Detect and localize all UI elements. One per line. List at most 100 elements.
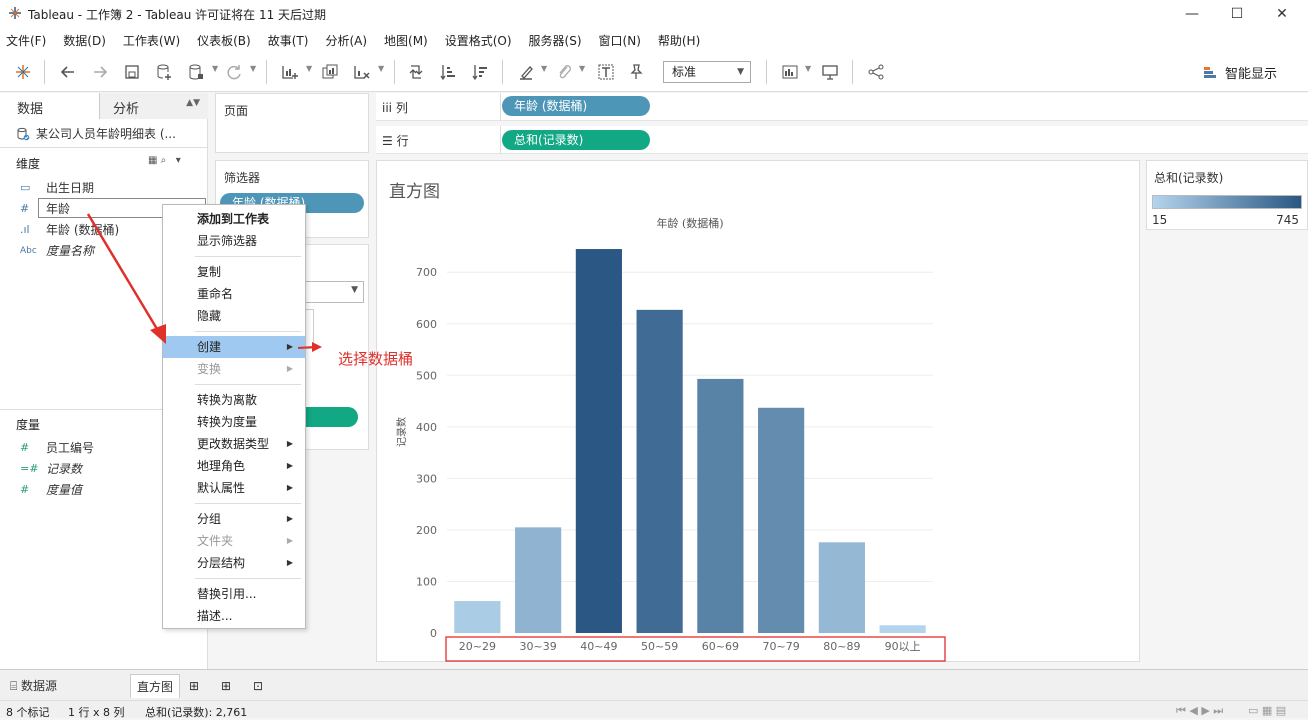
group-caret-icon[interactable]: ▼ <box>579 64 585 73</box>
group-members-button[interactable] <box>552 60 576 84</box>
menu-item-add-to-sheet[interactable]: 添加到工作表 <box>163 208 305 230</box>
minimize-button[interactable]: — <box>1182 4 1202 24</box>
menu-item-replace-references[interactable]: 替换引用... <box>163 583 305 605</box>
maximize-button[interactable]: ☐ <box>1227 4 1247 24</box>
rows-shelf[interactable]: ☰ 行 总和(记录数) <box>376 126 1308 154</box>
new-story-tab-button[interactable]: ⊡ <box>247 674 269 698</box>
viz-area[interactable]: 直方图 年龄 (数据桶) 0 100 200 300 400 500 600 700 记录数 20~… <box>376 160 1140 662</box>
menu-item-convert-discrete[interactable]: 转换为离散 <box>163 389 305 411</box>
y-tick-label: 0 <box>430 627 437 640</box>
show-mark-labels-button[interactable] <box>594 60 618 84</box>
page-nav-icons[interactable]: ⏮ ◀ ▶ ⏭ <box>1176 704 1223 718</box>
search-icon[interactable]: ⌕ <box>161 155 167 166</box>
menu-item-hide[interactable]: 隐藏 <box>163 305 305 327</box>
tableau-home-button[interactable] <box>11 60 35 84</box>
clear-caret-icon[interactable]: ▼ <box>378 64 384 73</box>
swap-button[interactable] <box>404 60 428 84</box>
save-button[interactable] <box>120 60 144 84</box>
show-cards-button[interactable] <box>778 60 802 84</box>
fix-axes-button[interactable] <box>624 60 648 84</box>
highlight-button[interactable] <box>514 60 538 84</box>
field-birthdate[interactable]: ▭ 出生日期 <box>20 179 94 196</box>
menu-item-hierarchy[interactable]: 分层结构 ▶ <box>163 552 305 574</box>
show-me-button[interactable]: 智能显示 <box>1203 63 1277 82</box>
menu-item-create[interactable]: 创建 ▶ <box>163 336 305 358</box>
highlight-caret-icon[interactable]: ▼ <box>541 64 547 73</box>
undo-button[interactable] <box>56 60 80 84</box>
refresh-caret-icon[interactable]: ▼ <box>250 64 256 73</box>
menu-item-geographic-role[interactable]: 地理角色 ▶ <box>163 455 305 477</box>
menu-server[interactable]: 服务器(S) <box>529 32 582 49</box>
rows-pill[interactable]: 总和(记录数) <box>502 130 650 150</box>
menu-data[interactable]: 数据(D) <box>63 32 106 49</box>
fit-select[interactable]: 标准 ▼ <box>663 61 751 83</box>
chevron-down-icon[interactable]: ▾ <box>176 155 181 166</box>
menu-item-convert-measure[interactable]: 转换为度量 <box>163 411 305 433</box>
cards-caret-icon[interactable]: ▼ <box>805 64 811 73</box>
menu-story[interactable]: 故事(T) <box>268 32 309 49</box>
measures-header: 度量 <box>16 418 41 432</box>
columns-shelf[interactable]: iii 列 年龄 (数据桶) <box>376 93 1308 121</box>
pages-card[interactable]: 页面 <box>215 93 369 153</box>
columns-pill[interactable]: 年龄 (数据桶) <box>502 96 650 116</box>
menu-format[interactable]: 设置格式(O) <box>445 32 512 49</box>
view-mode-icons[interactable]: ▭ ▦ ▤ <box>1248 704 1286 717</box>
sort-descending-button[interactable] <box>468 60 492 84</box>
menu-item-show-filter[interactable]: 显示筛选器 <box>163 230 305 252</box>
tab-analysis[interactable]: 分析 ▲▼ <box>100 93 208 119</box>
new-datasource-button[interactable] <box>152 60 176 84</box>
sort-descending-icon <box>472 65 487 81</box>
pause-updates-button[interactable] <box>184 60 208 84</box>
tab-datasource[interactable]: ⌸ 数据源 <box>4 674 63 698</box>
view-list-icon[interactable]: ▦ <box>148 155 157 166</box>
menu-help[interactable]: 帮助(H) <box>658 32 700 49</box>
color-legend[interactable]: 总和(记录数) 15 745 <box>1146 160 1308 230</box>
sort-toggle-icon[interactable]: ▲▼ <box>186 98 200 108</box>
duplicate-button[interactable] <box>318 60 342 84</box>
new-worksheet-caret-icon[interactable]: ▼ <box>306 64 312 73</box>
menu-worksheet[interactable]: 工作表(W) <box>123 32 180 49</box>
share-button[interactable] <box>864 60 888 84</box>
menu-file[interactable]: 文件(F) <box>6 32 46 49</box>
menu-item-label: 转换为离散 <box>197 393 258 407</box>
datasource-caret-icon[interactable]: ▼ <box>212 64 218 73</box>
new-dashboard-tab-button[interactable]: ⊞ <box>215 674 237 698</box>
close-button[interactable]: ✕ <box>1272 4 1292 24</box>
field-age[interactable]: # 年龄 <box>20 200 70 217</box>
field-employee-id[interactable]: # 员工编号 <box>20 439 94 456</box>
new-sheet-icon <box>282 66 298 79</box>
menu-item-change-data-type[interactable]: 更改数据类型 ▶ <box>163 433 305 455</box>
menu-analysis[interactable]: 分析(A) <box>325 32 367 49</box>
columns-label: 列 <box>395 101 408 115</box>
refresh-button[interactable] <box>222 60 246 84</box>
redo-button[interactable] <box>88 60 112 84</box>
field-age-bin[interactable]: .ıl 年龄 (数据桶) <box>20 221 119 238</box>
clear-sheet-button[interactable] <box>350 60 374 84</box>
x-tick-label: 40~49 <box>580 640 617 653</box>
datasource-item[interactable]: 某公司人员年龄明细表 (... <box>16 125 176 142</box>
menu-item-default-properties[interactable]: 默认属性 ▶ <box>163 477 305 499</box>
presentation-mode-button[interactable] <box>818 60 842 84</box>
menu-window[interactable]: 窗口(N) <box>599 32 641 49</box>
new-worksheet-button[interactable] <box>278 60 302 84</box>
histogram-chart[interactable]: 年龄 (数据桶) 0 100 200 300 400 500 600 700 记录数 20~29 30… <box>377 161 1141 663</box>
sort-ascending-button[interactable] <box>436 60 460 84</box>
x-tick-label: 80~89 <box>823 640 860 653</box>
menu-item-describe[interactable]: 描述... <box>163 605 305 627</box>
pane-divider <box>0 147 208 148</box>
menu-item-copy[interactable]: 复制 <box>163 261 305 283</box>
menu-item-rename[interactable]: 重命名 <box>163 283 305 305</box>
tab-sheet-histogram[interactable]: 直方图 <box>130 674 181 698</box>
new-worksheet-tab-button[interactable]: ⊞ <box>183 674 205 698</box>
menu-item-transform[interactable]: 变换 ▶ <box>163 358 305 380</box>
field-measure-values[interactable]: # 度量值 <box>20 481 82 498</box>
tab-data[interactable]: 数据 <box>0 93 100 119</box>
field-record-count[interactable]: =# 记录数 <box>20 460 82 477</box>
menu-item-folder[interactable]: 文件夹 ▶ <box>163 530 305 552</box>
field-measure-names[interactable]: Abc 度量名称 <box>20 242 94 259</box>
menu-map[interactable]: 地图(M) <box>384 32 428 49</box>
legend-color-ramp <box>1152 195 1302 209</box>
menu-dashboard[interactable]: 仪表板(B) <box>197 32 251 49</box>
menu-item-group[interactable]: 分组 ▶ <box>163 508 305 530</box>
tableau-logo-icon <box>9 7 21 19</box>
